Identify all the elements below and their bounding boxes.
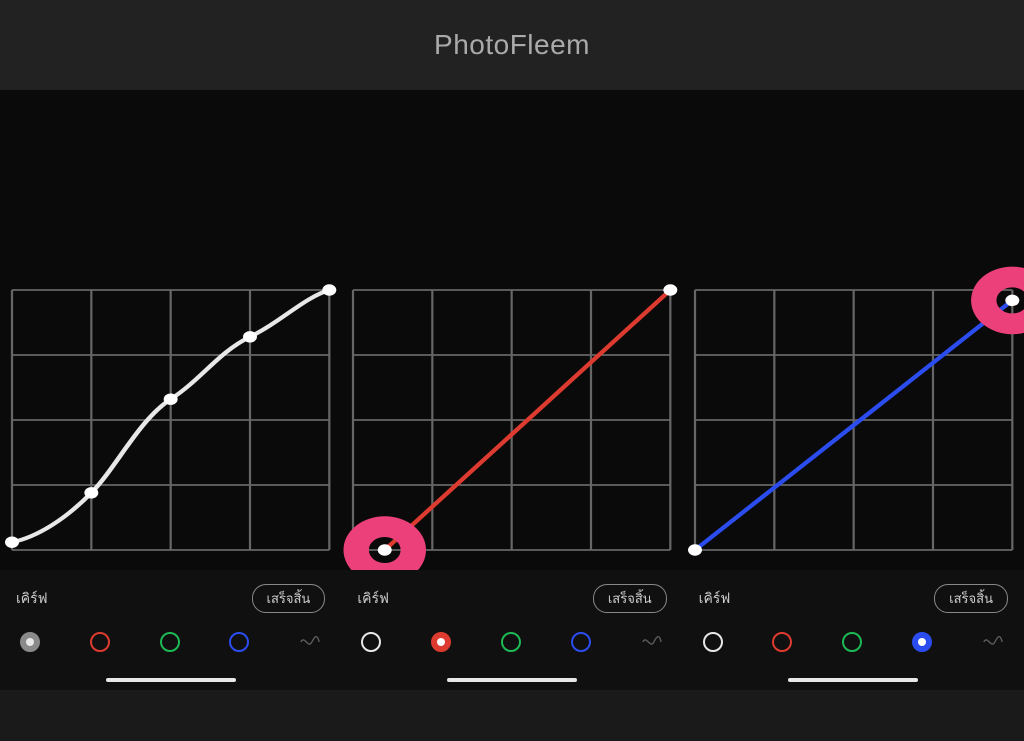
channel-red[interactable] [90, 632, 110, 652]
curve-point[interactable] [378, 544, 392, 555]
tool-label-curve: เคิร์ฟ [699, 588, 731, 610]
mixer-icon[interactable] [982, 631, 1004, 653]
curve-grid[interactable] [353, 290, 670, 550]
channel-white[interactable] [703, 632, 723, 652]
mixer-icon[interactable] [641, 631, 663, 653]
channel-red[interactable] [431, 632, 451, 652]
channel-row [699, 631, 1008, 653]
controls: เคิร์ฟ เสร็จสิ้น [341, 570, 682, 690]
curve-point[interactable] [688, 544, 702, 555]
curve-panel-blue: เคิร์ฟ เสร็จสิ้น [683, 90, 1024, 741]
curve-point[interactable] [664, 284, 678, 295]
curve-panel-white: เคิร์ฟ เสร็จสิ้น [0, 90, 341, 741]
controls: เคิร์ฟ เสร็จสิ้น [0, 570, 341, 690]
channel-blue[interactable] [571, 632, 591, 652]
controls: เคิร์ฟ เสร็จสิ้น [683, 570, 1024, 690]
channel-green[interactable] [842, 632, 862, 652]
curve-point[interactable] [5, 536, 19, 547]
graph-area[interactable] [683, 90, 1024, 570]
mixer-icon[interactable] [299, 631, 321, 653]
app-title: PhotoFleem [434, 29, 590, 61]
channel-green[interactable] [501, 632, 521, 652]
tool-label-curve: เคิร์ฟ [16, 588, 48, 610]
channel-white[interactable] [20, 632, 40, 652]
channel-green[interactable] [160, 632, 180, 652]
channel-row [16, 631, 325, 653]
graph-area[interactable] [0, 90, 341, 570]
curve-point[interactable] [164, 393, 178, 404]
curve-grid[interactable] [695, 290, 1012, 550]
tool-label-curve: เคิร์ฟ [357, 588, 389, 610]
curve-point[interactable] [322, 284, 336, 295]
channel-blue[interactable] [912, 632, 932, 652]
channel-white[interactable] [361, 632, 381, 652]
channel-row [357, 631, 666, 653]
done-button[interactable]: เสร็จสิ้น [252, 584, 326, 613]
home-indicator [788, 678, 918, 682]
curve-point[interactable] [1005, 295, 1019, 306]
channel-red[interactable] [772, 632, 792, 652]
channel-blue[interactable] [229, 632, 249, 652]
home-indicator [106, 678, 236, 682]
home-indicator [447, 678, 577, 682]
panels-container: เคิร์ฟ เสร็จสิ้น [0, 90, 1024, 741]
curve-point[interactable] [243, 331, 257, 342]
curve-panel-red: เคิร์ฟ เสร็จสิ้น [341, 90, 682, 741]
header: PhotoFleem [0, 0, 1024, 90]
curve-grid[interactable] [12, 290, 329, 550]
graph-area[interactable] [341, 90, 682, 570]
done-button[interactable]: เสร็จสิ้น [593, 584, 667, 613]
curve-point[interactable] [84, 487, 98, 498]
done-button[interactable]: เสร็จสิ้น [934, 584, 1008, 613]
